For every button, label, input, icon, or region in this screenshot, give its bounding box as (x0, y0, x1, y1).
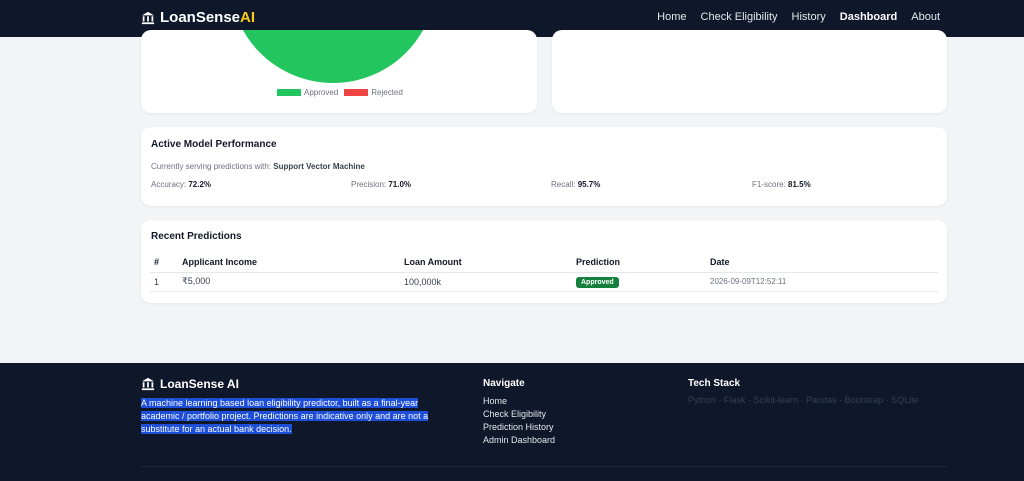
col-prediction: Prediction (572, 253, 706, 273)
col-date: Date (706, 253, 938, 273)
metric-recall: Recall: 95.7% (551, 180, 600, 189)
cell-num: 1 (150, 272, 178, 292)
footer-link-prediction-history[interactable]: Prediction History (483, 421, 555, 434)
col-amount: Loan Amount (400, 253, 572, 273)
legend-swatch-rejected (344, 89, 369, 96)
bank-icon (141, 11, 155, 24)
approval-pie-chart (230, 30, 436, 83)
footer-link-home[interactable]: Home (483, 395, 555, 408)
footer-nav: Home Check Eligibility Prediction Histor… (483, 395, 555, 447)
bank-icon (141, 377, 155, 391)
chart-legend: Approved Rejected (277, 88, 403, 97)
table-header-row: # Applicant Income Loan Amount Predictio… (150, 253, 938, 273)
metric-f1-label: F1-score: (752, 180, 786, 189)
legend-label-rejected: Rejected (371, 88, 403, 97)
performance-title: Active Model Performance (151, 139, 277, 150)
secondary-chart-card (552, 30, 947, 113)
footer: LoanSense AI A machine learning based lo… (0, 363, 1024, 481)
nav-home[interactable]: Home (657, 11, 686, 23)
recent-predictions-card: Recent Predictions # Applicant Income Lo… (141, 220, 947, 303)
brand-name: LoanSense (160, 9, 241, 26)
legend-approved[interactable]: Approved (277, 88, 338, 97)
col-income: Applicant Income (178, 253, 400, 273)
predictions-table: # Applicant Income Loan Amount Predictio… (150, 253, 938, 292)
metric-recall-label: Recall: (551, 180, 576, 189)
nav-dashboard[interactable]: Dashboard (840, 11, 897, 23)
cell-income: ₹5,000 (178, 272, 400, 292)
cell-prediction: Approved (572, 272, 706, 292)
nav-history[interactable]: History (792, 11, 826, 23)
serving-model-name: Support Vector Machine (273, 162, 365, 171)
nav-links: Home Check Eligibility History Dashboard… (657, 11, 940, 23)
serving-model-text: Currently serving predictions with: Supp… (151, 162, 365, 171)
approval-pie-card: Approved Rejected (141, 30, 537, 113)
metric-accuracy: Accuracy: 72.2% (151, 180, 211, 189)
legend-swatch-approved (277, 89, 301, 96)
nav-about[interactable]: About (911, 11, 940, 23)
tech-stack-text: Python · Flask · Scikit-learn · Pandas ·… (688, 395, 919, 405)
cell-amount: 100,000k (400, 272, 572, 292)
footer-description-text: A machine learning based loan eligibilit… (141, 398, 429, 434)
nav-check-eligibility[interactable]: Check Eligibility (701, 11, 778, 23)
legend-rejected[interactable]: Rejected (344, 88, 403, 97)
model-performance-card: Active Model Performance Currently servi… (141, 127, 947, 206)
metric-f1-value: 81.5% (788, 180, 811, 189)
metric-accuracy-label: Accuracy: (151, 180, 187, 189)
pie-slice-approved[interactable] (230, 30, 436, 83)
footer-link-admin-dashboard[interactable]: Admin Dashboard (483, 434, 555, 447)
status-badge: Approved (576, 276, 619, 288)
serving-label: Currently serving predictions with: (151, 162, 272, 171)
metric-precision-label: Precision: (351, 180, 387, 189)
metric-f1: F1-score: 81.5% (752, 180, 811, 189)
metric-precision-value: 71.0% (388, 180, 412, 189)
metric-precision: Precision: 71.0% (351, 180, 411, 189)
footer-brand: LoanSense AI (141, 377, 239, 391)
footer-description: A machine learning based loan eligibilit… (141, 397, 441, 436)
col-num: # (150, 253, 178, 273)
cell-date: 2026-09-09T12:52:11 (706, 272, 938, 292)
recent-title: Recent Predictions (151, 231, 242, 242)
legend-label-approved: Approved (304, 88, 339, 97)
table-row[interactable]: 1 ₹5,000 100,000k Approved 2026-09-09T12… (150, 272, 938, 292)
footer-link-check-eligibility[interactable]: Check Eligibility (483, 408, 555, 421)
metric-recall-value: 95.7% (577, 180, 601, 189)
brand-accent: AI (240, 9, 256, 26)
footer-brand-name: LoanSense AI (160, 377, 239, 391)
footer-divider (141, 466, 947, 467)
brand-logo[interactable]: LoanSenseAI (141, 9, 255, 26)
metric-accuracy-value: 72.2% (188, 180, 212, 189)
footer-tech-title: Tech Stack (688, 378, 741, 389)
footer-navigate-title: Navigate (483, 378, 525, 389)
